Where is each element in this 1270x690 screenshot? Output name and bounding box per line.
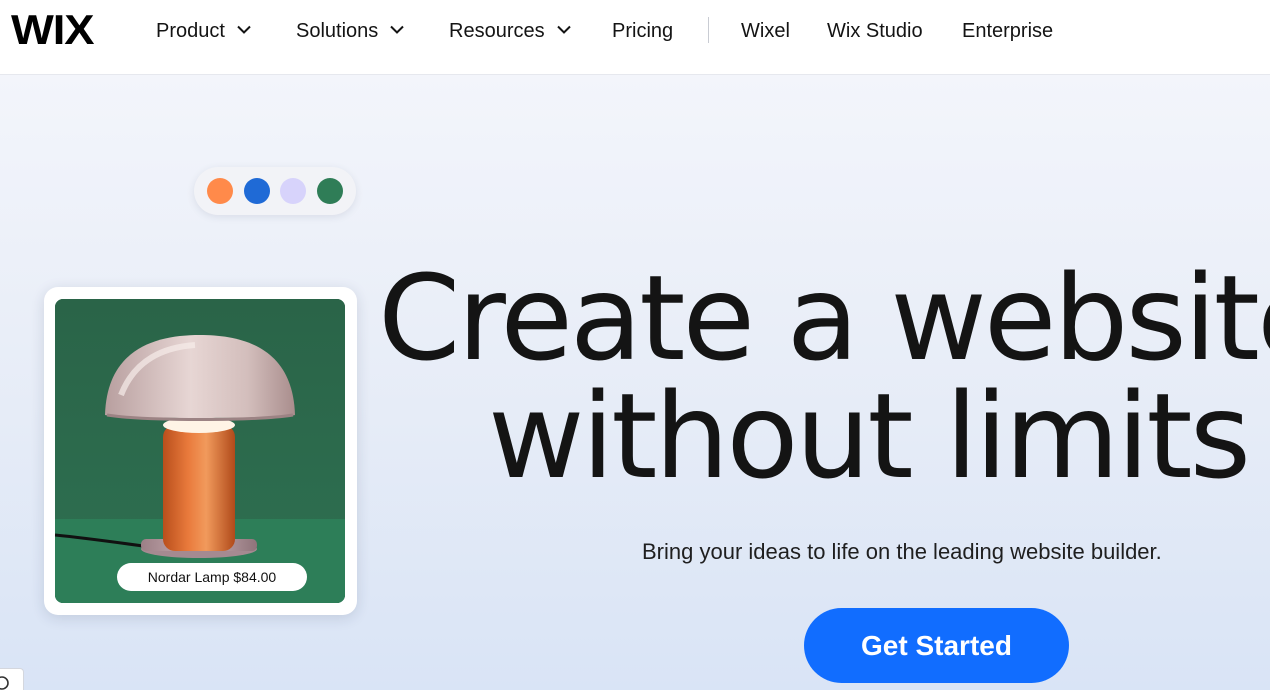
nav-item-label: Wixel (741, 20, 790, 42)
headline-line-1: Create a website (378, 249, 1270, 387)
nav-divider (708, 17, 709, 43)
nav-item-solutions[interactable]: Solutions (296, 19, 404, 43)
nav-item-label: Product (156, 20, 225, 42)
product-price-label: Nordar Lamp $84.00 (117, 563, 307, 591)
nav-item-resources[interactable]: Resources (449, 19, 571, 43)
wix-logo[interactable]: WIX (11, 8, 95, 52)
nav-item-wixel[interactable]: Wixel (741, 19, 790, 43)
chevron-down-icon (556, 25, 571, 35)
swatch-blue[interactable] (244, 178, 270, 204)
chat-bubble-icon (0, 676, 9, 690)
nav-item-enterprise[interactable]: Enterprise (962, 19, 1053, 43)
chat-widget-edge[interactable] (0, 668, 24, 690)
headline-line-2: without limits (488, 367, 1251, 505)
lamp-product-image: Nordar Lamp $84.00 (55, 299, 345, 603)
nav-item-label: Pricing (612, 20, 674, 42)
color-swatch-picker (194, 167, 356, 215)
swatch-orange[interactable] (207, 178, 233, 204)
chevron-down-icon (390, 25, 404, 35)
nav-item-wix-studio[interactable]: Wix Studio (827, 19, 923, 43)
hero-section: Nordar Lamp $84.00 Create a website with… (0, 75, 1270, 690)
nav-item-pricing[interactable]: Pricing (612, 19, 673, 43)
nav-item-label: Resources (449, 20, 545, 42)
chevron-down-icon (237, 25, 251, 35)
swatch-green[interactable] (317, 178, 343, 204)
swatch-lavender[interactable] (280, 178, 306, 204)
hero-subtitle: Bring your ideas to life on the leading … (642, 539, 1162, 564)
nav-item-label: Enterprise (962, 20, 1054, 42)
product-card[interactable]: Nordar Lamp $84.00 (44, 287, 357, 615)
nav-item-product[interactable]: Product (156, 19, 251, 43)
nav-item-label: Solutions (296, 20, 379, 42)
get-started-button[interactable]: Get Started (804, 608, 1069, 683)
top-navigation: WIX Product Solutions Resources Pricing … (0, 0, 1270, 75)
nav-item-label: Wix Studio (827, 20, 923, 42)
